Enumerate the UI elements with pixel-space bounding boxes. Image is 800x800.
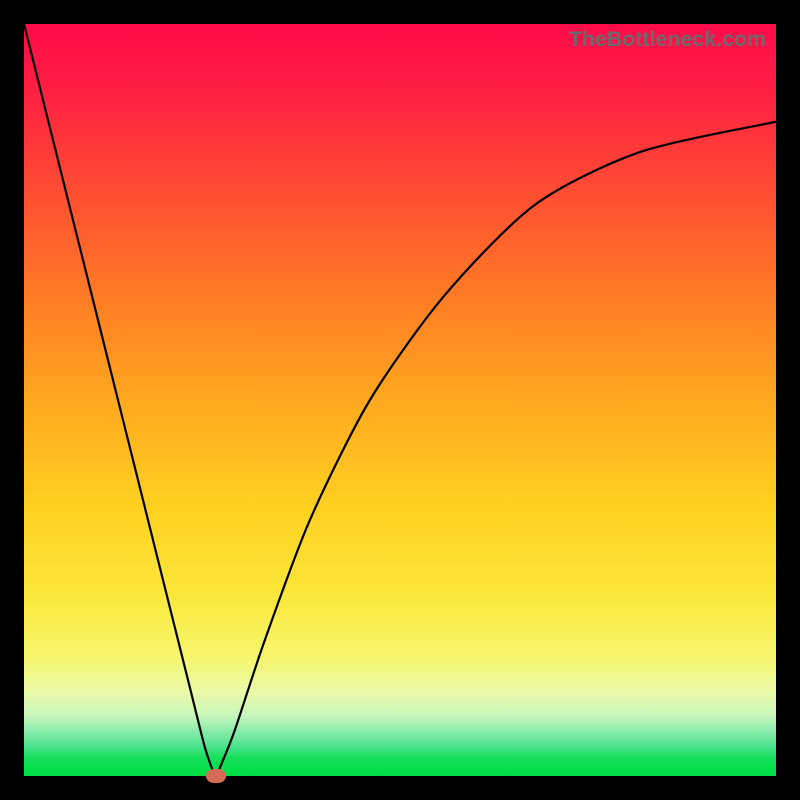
curve-layer (24, 24, 776, 776)
plot-area: TheBottleneck.com (24, 24, 776, 776)
chart-container: TheBottleneck.com (0, 0, 800, 800)
bottleneck-curve (24, 24, 776, 776)
minimum-marker (206, 769, 226, 783)
